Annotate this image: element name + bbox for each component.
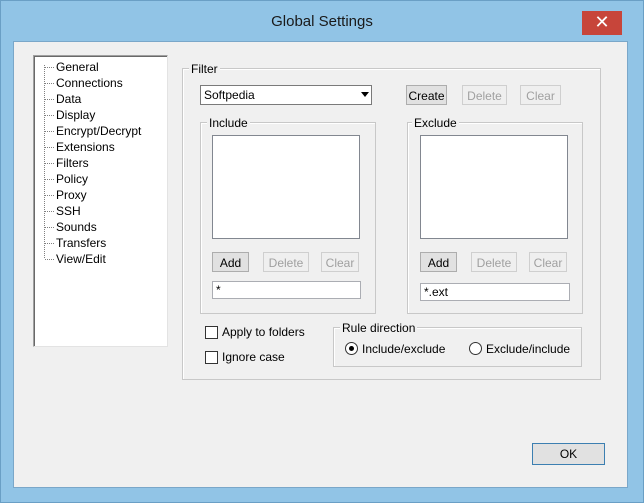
include-group-label: Include [207, 116, 250, 130]
tree-item-general[interactable]: General [45, 59, 99, 75]
title-bar[interactable]: Global Settings ✕ [1, 1, 643, 41]
apply-to-folders-label[interactable]: Apply to folders [222, 325, 305, 339]
filter-combo-value: Softpedia [204, 88, 255, 102]
include-exclude-label[interactable]: Include/exclude [362, 342, 445, 356]
tree-item-extensions[interactable]: Extensions [45, 139, 115, 155]
include-delete-button[interactable]: Delete [263, 252, 309, 272]
close-icon: ✕ [594, 12, 610, 32]
include-add-button[interactable]: Add [212, 252, 249, 272]
settings-tree[interactable]: General Connections Data Display Encrypt… [33, 55, 168, 347]
tree-item-policy[interactable]: Policy [44, 171, 88, 187]
global-settings-window: Global Settings ✕ General Connections Da… [0, 0, 644, 503]
create-filter-button[interactable]: Create [406, 85, 447, 105]
ignore-case-label[interactable]: Ignore case [222, 350, 285, 364]
exclude-pattern-input[interactable]: *.ext [420, 283, 570, 301]
chevron-down-icon[interactable] [361, 92, 369, 97]
tree-item-filters[interactable]: Filters [45, 155, 89, 171]
include-exclude-radio[interactable] [345, 342, 358, 355]
tree-item-sounds[interactable]: Sounds [45, 219, 97, 235]
delete-filter-button[interactable]: Delete [462, 85, 507, 105]
rule-direction-label: Rule direction [340, 321, 418, 335]
tree-item-transfers[interactable]: Transfers [44, 235, 106, 251]
apply-to-folders-checkbox[interactable] [205, 326, 218, 339]
filter-combo[interactable]: Softpedia [200, 85, 372, 105]
clear-filter-button[interactable]: Clear [520, 85, 561, 105]
tree-item-view-edit[interactable]: View/Edit [45, 251, 106, 267]
exclude-include-label[interactable]: Exclude/include [486, 342, 570, 356]
exclude-include-radio[interactable] [469, 342, 482, 355]
exclude-delete-button[interactable]: Delete [471, 252, 517, 272]
exclude-list[interactable] [420, 135, 568, 239]
include-list[interactable] [212, 135, 360, 239]
tree-connector-line [44, 65, 45, 258]
tree-item-ssh[interactable]: SSH [45, 203, 81, 219]
close-button[interactable]: ✕ [582, 11, 622, 35]
ok-button[interactable]: OK [532, 443, 605, 465]
dialog-client-area: General Connections Data Display Encrypt… [13, 41, 628, 488]
tree-item-display[interactable]: Display [44, 107, 95, 123]
filter-group-label: Filter [189, 62, 220, 76]
exclude-clear-button[interactable]: Clear [529, 252, 567, 272]
tree-item-proxy[interactable]: Proxy [45, 187, 87, 203]
exclude-group-label: Exclude [412, 116, 459, 130]
tree-item-encrypt-decrypt[interactable]: Encrypt/Decrypt [44, 123, 141, 139]
ignore-case-checkbox[interactable] [205, 351, 218, 364]
include-pattern-input[interactable]: * [212, 281, 361, 299]
include-clear-button[interactable]: Clear [321, 252, 359, 272]
window-title: Global Settings [271, 13, 373, 30]
tree-item-connections[interactable]: Connections [45, 75, 123, 91]
tree-item-data[interactable]: Data [44, 91, 81, 107]
exclude-add-button[interactable]: Add [420, 252, 457, 272]
